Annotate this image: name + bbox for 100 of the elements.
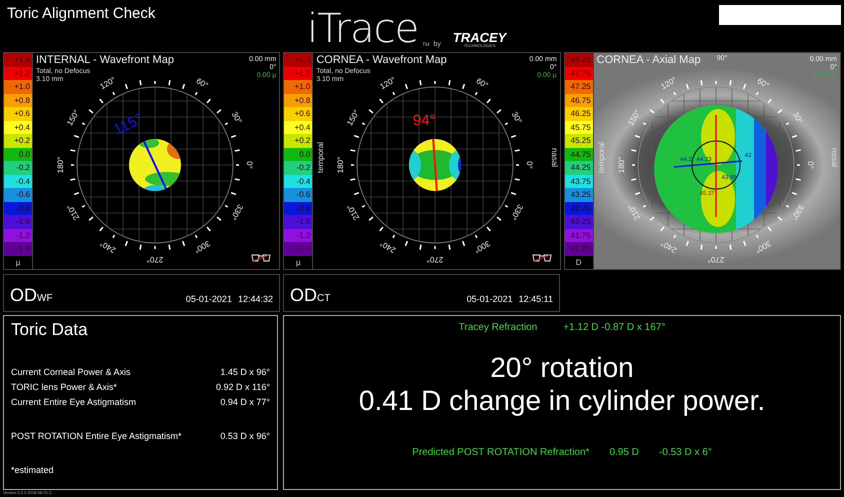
scale-swatch: 45.75 <box>564 120 593 134</box>
side-label: temporal <box>316 142 326 174</box>
scale-swatch: +1.4 <box>4 53 32 66</box>
scale-swatch: +0.4 <box>4 120 32 134</box>
company-logo: TRACEY <box>452 31 506 44</box>
scale-swatch: 42.75 <box>564 202 593 215</box>
scale-swatch: +0.6 <box>284 107 312 120</box>
degree-label: 0° <box>244 161 254 169</box>
scale-swatch: -1.2 <box>4 228 32 242</box>
glasses-icon[interactable] <box>251 253 272 263</box>
scale-swatch: 44.75 <box>564 148 593 161</box>
axis-line <box>432 139 438 191</box>
scale-swatch: 46.25 <box>564 107 593 120</box>
side-label: temporal <box>596 142 606 174</box>
predicted-label: Predicted POST ROTATION Refraction* <box>412 446 590 458</box>
data-value: 0.53 D x 96° <box>220 431 270 441</box>
scale-swatch: +0.6 <box>4 107 32 120</box>
scale-swatch: -1.0 <box>4 215 32 228</box>
data-value: 0.92 D x 116° <box>216 382 270 392</box>
scale-unit: D <box>574 256 583 269</box>
scale-swatch: -0.8 <box>4 202 32 215</box>
refraction-label: Tracey Refraction <box>458 322 538 333</box>
degree-label: 120° <box>98 75 118 92</box>
scale-swatch: 0.0 <box>4 148 32 161</box>
scale-swatch: -0.6 <box>284 188 312 202</box>
scale-swatch: 43.75 <box>564 174 593 188</box>
degree-label: 120° <box>659 75 678 92</box>
degree-label: 60° <box>755 76 770 90</box>
scale-swatch: 0.0 <box>284 148 312 161</box>
degree-label: 180° <box>336 156 346 174</box>
axis-line <box>143 141 167 189</box>
degree-label: 60° <box>475 76 490 90</box>
scale-swatch: 47.75 <box>564 66 593 80</box>
scale-swatch: -0.4 <box>4 174 32 188</box>
panel-title: Toric Data <box>11 320 89 340</box>
degree-label: 270° <box>146 254 164 264</box>
exam-time: 12:45:11 <box>518 294 553 304</box>
scale-swatch: +0.4 <box>284 120 312 134</box>
data-value: 1.45 D x 96° <box>220 367 270 377</box>
degree-label: 0° <box>525 161 534 169</box>
scale-swatch: +1.0 <box>284 80 312 94</box>
axis-angle-label: 94° <box>413 112 436 130</box>
scale-swatch: -1.4 <box>284 242 312 256</box>
scale-swatch: +0.2 <box>284 134 312 148</box>
logo-wordmark: iTrace <box>307 10 418 48</box>
data-value: 0.94 D x 77° <box>220 397 270 407</box>
glasses-icon[interactable] <box>532 253 552 263</box>
map-title: CORNEA - Wavefront Map <box>316 54 447 66</box>
result-headline: 20° rotation <box>490 353 634 384</box>
degree-label: 240° <box>659 238 678 255</box>
scale-swatch: 47.25 <box>564 80 593 94</box>
scale-swatch: -0.4 <box>284 174 312 188</box>
side-label: nasal <box>830 148 839 168</box>
degree-label: 300° <box>192 238 212 255</box>
scale-swatch: +0.8 <box>4 94 32 107</box>
degree-label: 30° <box>230 110 244 126</box>
degree-label: 120° <box>378 75 398 92</box>
scale-swatch: +1.2 <box>284 66 312 80</box>
degree-label: 180° <box>56 156 66 174</box>
data-label: TORIC lens Power & Axis* <box>11 382 117 392</box>
predicted-value: 0.95 D <box>609 446 639 458</box>
degree-label: 30° <box>790 110 804 126</box>
exam-date: 05-01-2021 <box>186 294 232 304</box>
degree-label: 300° <box>753 238 772 255</box>
degree-label: 180° <box>616 156 626 174</box>
data-label: Current Corneal Power & Axis <box>11 367 131 377</box>
data-label: POST ROTATION Entire Eye Astigmatism* <box>11 431 182 441</box>
scale-swatch: 42.25 <box>564 215 593 228</box>
degree-label: 240° <box>98 238 118 255</box>
scale-swatch: +1.2 <box>4 66 32 80</box>
degree-label: 60° <box>194 76 210 90</box>
degree-label: 30° <box>510 110 524 126</box>
scale-swatch: 41.75 <box>564 228 593 242</box>
scale-swatch: -1.0 <box>284 215 312 228</box>
scale-swatch: 45.25 <box>564 134 593 148</box>
scale-swatch: +0.8 <box>284 94 312 107</box>
side-label: nasal <box>550 148 559 168</box>
footnote: *estimated <box>11 465 55 475</box>
degree-label: 270° <box>707 254 724 264</box>
degree-label: 0° <box>806 161 815 169</box>
scale-swatch: -0.6 <box>4 188 32 202</box>
map-title: CORNEA - Axial Map <box>596 54 701 66</box>
scale-swatch: 43.25 <box>564 188 593 202</box>
refraction-value: +1.12 D -0.87 D x 167° <box>563 322 666 333</box>
scale-unit: µ <box>14 256 22 269</box>
predicted-value: -0.53 D x 6° <box>658 446 712 458</box>
scale-swatch: +1.4 <box>284 53 312 66</box>
axis-angle-label: 115° <box>111 110 146 139</box>
scale-swatch: 41.25 <box>564 242 593 256</box>
scale-swatch: -1.4 <box>4 242 32 256</box>
scale-swatch: -0.2 <box>284 161 312 174</box>
map-title: INTERNAL - Wavefront Map <box>36 54 174 66</box>
data-label: Current Entire Eye Astigmatism <box>11 397 136 407</box>
exam-time: 12:44:32 <box>238 294 273 304</box>
degree-label: 300° <box>473 238 492 255</box>
scale-swatch: +1.0 <box>4 80 32 94</box>
degree-label: 240° <box>378 238 398 255</box>
scale-swatch: -0.8 <box>284 202 312 215</box>
scale-swatch: 48.25 <box>564 53 593 66</box>
result-headline: 0.41 D change in cylinder power. <box>358 386 766 417</box>
